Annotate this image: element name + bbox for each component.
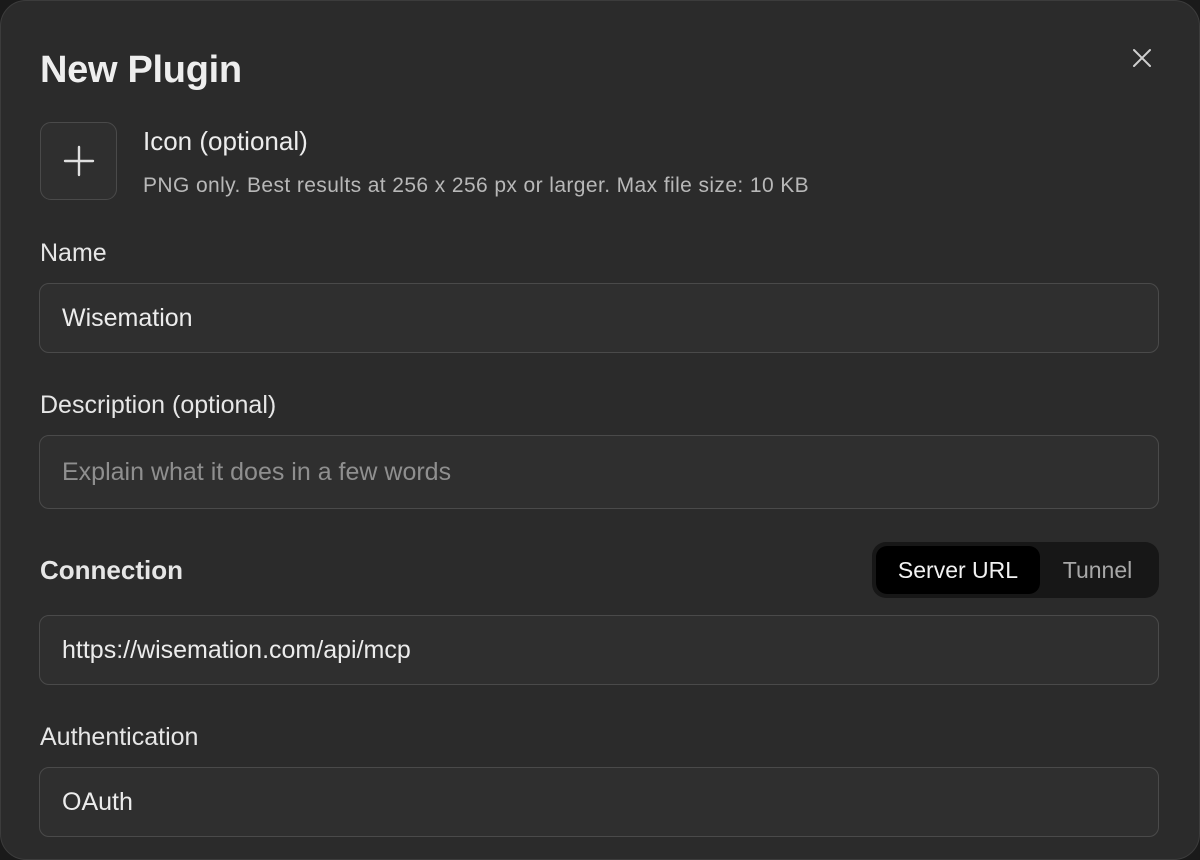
icon-help-text: PNG only. Best results at 256 x 256 px o… — [143, 174, 810, 197]
name-label: Name — [40, 239, 107, 267]
tunnel-option[interactable]: Tunnel — [1040, 546, 1155, 594]
name-input[interactable] — [39, 283, 1159, 353]
new-plugin-dialog: New Plugin Icon (optional) PNG only. Bes… — [0, 0, 1200, 860]
dialog-title: New Plugin — [40, 49, 242, 91]
authentication-value: OAuth — [62, 787, 133, 816]
plus-icon — [63, 145, 94, 177]
server-url-input[interactable] — [39, 615, 1159, 685]
close-icon — [1133, 49, 1151, 67]
close-button[interactable] — [1125, 41, 1159, 75]
icon-label: Icon (optional) — [143, 126, 308, 156]
connection-type-toggle: Server URL Tunnel — [872, 542, 1159, 598]
description-label: Description (optional) — [40, 391, 277, 419]
connection-label: Connection — [40, 555, 183, 585]
authentication-label: Authentication — [40, 723, 199, 751]
authentication-select[interactable]: OAuth — [39, 767, 1159, 837]
server-url-option[interactable]: Server URL — [876, 546, 1040, 594]
description-input[interactable] — [39, 435, 1159, 509]
icon-upload-button[interactable] — [40, 122, 117, 200]
